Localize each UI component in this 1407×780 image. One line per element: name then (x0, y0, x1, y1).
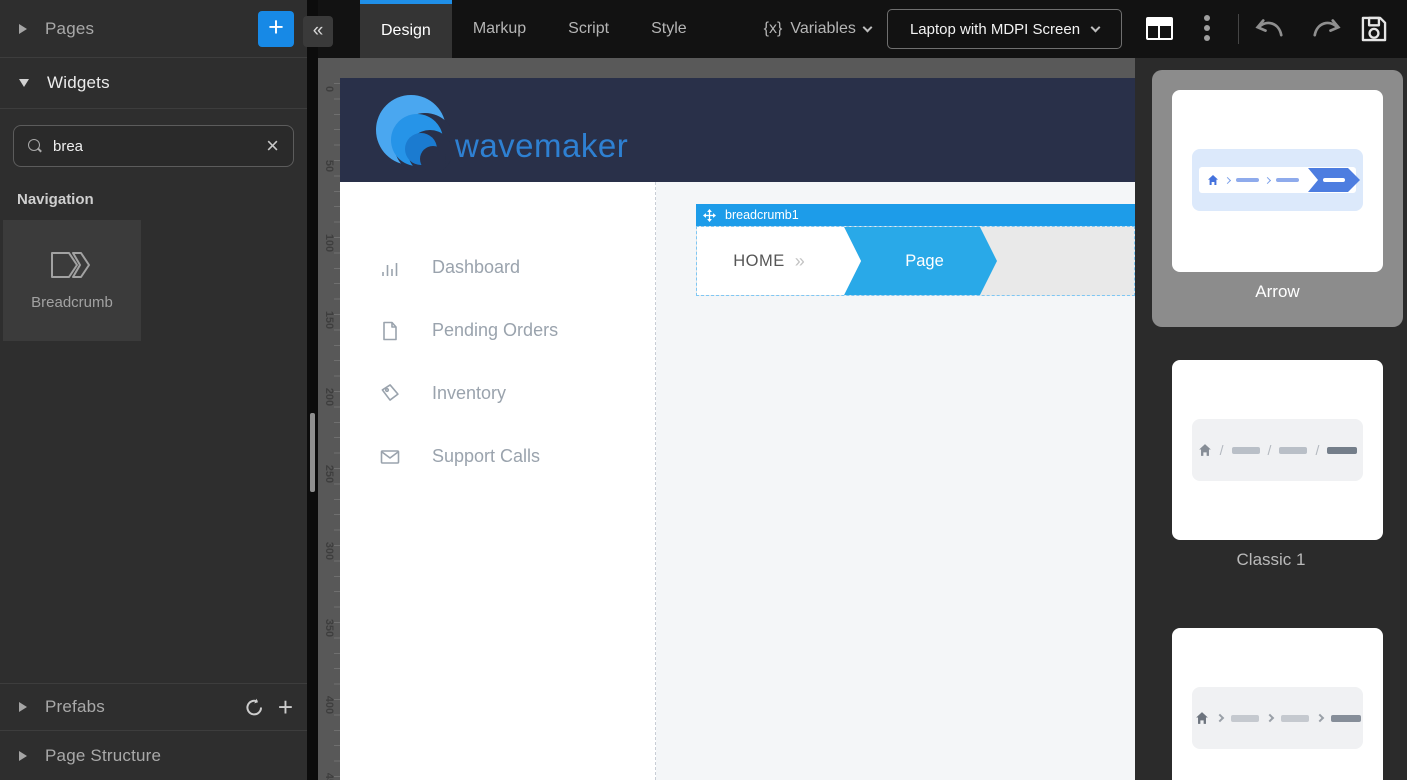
widgets-section-label: Widgets (47, 73, 110, 93)
style-option-arrow-preview[interactable] (1172, 90, 1383, 272)
design-canvas: wavemaker Dashboard Pending Orders (340, 58, 1135, 780)
nav-item-pending-orders[interactable]: Pending Orders (340, 299, 655, 362)
undo-icon[interactable] (1254, 16, 1286, 43)
tab-style[interactable]: Style (630, 0, 708, 58)
navigation-category-label: Navigation (0, 167, 307, 220)
selected-widget-bar[interactable]: breadcrumb1 (696, 204, 1135, 226)
add-prefab-icon[interactable]: + (278, 694, 293, 720)
expand-arrow-icon (19, 79, 29, 87)
breadcrumb-widget-tile[interactable]: Breadcrumb (3, 220, 141, 341)
style-option-label: Arrow (1152, 282, 1403, 302)
page-structure-label: Page Structure (45, 746, 161, 766)
pages-section-header[interactable]: Pages + (0, 0, 307, 58)
home-icon (1198, 443, 1212, 457)
tab-script[interactable]: Script (547, 0, 630, 58)
chevron-down-icon (862, 22, 872, 32)
sidebar-scrollbar[interactable] (310, 413, 315, 492)
breadcrumb-widget-label: Breadcrumb (31, 294, 113, 311)
widget-search-input[interactable] (53, 138, 266, 155)
page-structure-section-header[interactable]: Page Structure (0, 731, 307, 780)
ruler-mark: 150 (323, 310, 335, 330)
collapse-arrow-icon (19, 702, 27, 712)
ruler-mark: 200 (323, 387, 335, 407)
tag-icon (379, 383, 401, 405)
breadcrumb-item-page-active[interactable]: Page (844, 227, 997, 295)
ruler-mark: 50 (323, 156, 335, 176)
nav-item-support-calls[interactable]: Support Calls (340, 425, 655, 488)
double-chevron-icon: » (795, 251, 805, 272)
variables-icon: {x} (764, 20, 783, 38)
toolbar-divider (1238, 14, 1239, 44)
classic2-style-thumbnail (1192, 687, 1363, 749)
collapse-arrow-icon (19, 24, 27, 34)
toggle-panels-icon[interactable] (1146, 17, 1173, 40)
bar-chart-icon (379, 257, 401, 279)
search-icon (28, 139, 42, 153)
move-icon[interactable] (703, 209, 716, 222)
page-header: wavemaker (340, 78, 1135, 182)
ruler-mark: 400 (323, 695, 335, 715)
arrow-style-thumbnail (1192, 149, 1363, 211)
style-option-classic1-preview[interactable]: / / / (1172, 360, 1383, 540)
prefabs-section-header[interactable]: Prefabs + (0, 683, 307, 731)
selected-widget-name: breadcrumb1 (725, 208, 799, 222)
chevron-down-icon (1091, 22, 1101, 32)
ruler-mark: 250 (323, 464, 335, 484)
refresh-prefabs-icon[interactable] (244, 697, 265, 718)
ruler-mark: 350 (323, 618, 335, 638)
home-icon (1195, 711, 1209, 725)
ruler-mark: 300 (323, 541, 335, 561)
classic1-style-thumbnail: / / / (1192, 419, 1363, 481)
widget-search-box[interactable]: × (13, 125, 294, 167)
collapse-arrow-icon (19, 751, 27, 761)
breadcrumb-item-home[interactable]: HOME » (697, 227, 861, 295)
style-option-arrow-selected[interactable]: Arrow (1152, 70, 1403, 327)
home-icon (1207, 174, 1219, 186)
brand-name: wavemaker (455, 129, 628, 170)
envelope-icon (379, 446, 401, 468)
wavemaker-logo-icon (375, 92, 451, 170)
device-selector-value: Laptop with MDPI Screen (910, 21, 1080, 38)
breadcrumb-icon (49, 250, 95, 280)
top-toolbar: Design Markup Script Style {x} Variables… (318, 0, 1407, 58)
style-option-label: Classic 1 (1135, 550, 1407, 570)
collapse-sidebar-button[interactable]: « (303, 16, 333, 47)
nav-item-inventory[interactable]: Inventory (340, 362, 655, 425)
nav-item-dashboard[interactable]: Dashboard (340, 236, 655, 299)
breadcrumb-style-panel: Arrow / / / Classic 1 (1135, 58, 1407, 780)
clear-search-icon[interactable]: × (266, 135, 279, 157)
device-selector-dropdown[interactable]: Laptop with MDPI Screen (887, 9, 1122, 49)
tab-variables[interactable]: {x} Variables (746, 0, 889, 58)
widgets-sidebar: Pages + Widgets × Navigation Breadcrumb … (0, 0, 307, 780)
prefabs-section-label: Prefabs (45, 697, 105, 717)
panel-gutter (307, 0, 318, 780)
tab-markup[interactable]: Markup (452, 0, 547, 58)
page-left-nav: Dashboard Pending Orders Inventory S (340, 182, 656, 780)
pages-section-label: Pages (45, 19, 94, 39)
tab-design[interactable]: Design (360, 0, 452, 58)
vertical-ruler: 0 50 100 150 200 250 300 350 400 450 (318, 58, 340, 780)
ruler-mark: 0 (323, 79, 335, 99)
save-icon[interactable] (1358, 13, 1390, 45)
widgets-section-header[interactable]: Widgets (0, 58, 307, 109)
add-page-button[interactable]: + (258, 11, 294, 47)
style-option-classic2-preview[interactable] (1172, 628, 1383, 780)
variables-label: Variables (790, 20, 856, 38)
more-options-icon[interactable] (1204, 15, 1210, 41)
ruler-mark: 100 (323, 233, 335, 253)
document-icon (379, 320, 401, 342)
redo-icon[interactable] (1310, 16, 1342, 43)
breadcrumb-widget[interactable]: HOME » Page (696, 226, 1135, 296)
ruler-mark: 450 (323, 772, 335, 780)
